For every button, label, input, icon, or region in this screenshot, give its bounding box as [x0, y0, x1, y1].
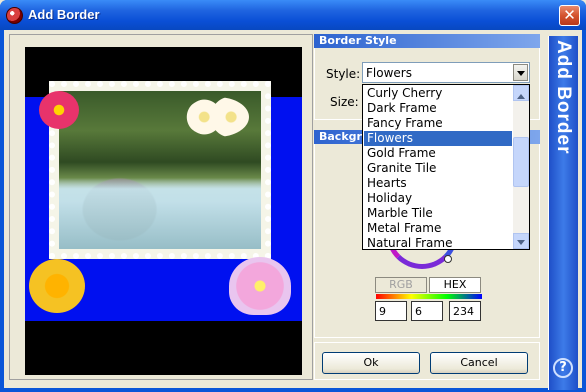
dropdown-item[interactable]: Granite Tile: [364, 161, 512, 176]
side-banner-title: Add Border: [553, 40, 574, 155]
help-icon[interactable]: ?: [553, 358, 573, 378]
red-value-field[interactable]: 9: [375, 301, 407, 321]
style-label: Style:: [326, 67, 361, 81]
dropdown-item[interactable]: Hearts: [364, 176, 512, 191]
rgb-toggle[interactable]: RGB: [375, 277, 427, 293]
close-button[interactable]: ✕: [559, 5, 580, 26]
dropdown-item[interactable]: Fancy Frame: [364, 116, 512, 131]
app-icon: [6, 7, 23, 24]
hex-toggle[interactable]: HEX: [429, 277, 481, 293]
dropdown-item[interactable]: Holiday: [364, 191, 512, 206]
lotus-flower-icon: [229, 257, 291, 315]
style-select-value: Flowers: [366, 66, 412, 80]
scroll-thumb[interactable]: [513, 137, 529, 187]
dropdown-item[interactable]: Metal Frame: [364, 221, 512, 236]
style-select[interactable]: Flowers: [362, 62, 530, 83]
dropdown-scrollbar[interactable]: [513, 85, 529, 249]
cancel-button[interactable]: Cancel: [430, 352, 528, 374]
border-style-header: Border Style: [314, 34, 540, 48]
preview-image: [25, 47, 302, 375]
color-spectrum-bar[interactable]: [376, 294, 482, 299]
blue-value-field[interactable]: 234: [449, 301, 481, 321]
dropdown-item[interactable]: Marble Tile: [364, 206, 512, 221]
style-dropdown-list[interactable]: Curly Cherry Dark Frame Fancy Frame Flowers…: [362, 84, 530, 250]
color-picker-knob[interactable]: [444, 255, 452, 263]
scroll-up-icon[interactable]: [513, 85, 529, 101]
yellow-rose-icon: [29, 259, 85, 313]
pink-flower-icon: [39, 91, 79, 129]
dropdown-item[interactable]: Flowers: [364, 131, 512, 146]
title-bar[interactable]: Add Border ✕: [0, 0, 586, 30]
dropdown-arrow-icon[interactable]: [513, 64, 528, 81]
preview-frame: [9, 34, 313, 380]
scroll-down-icon[interactable]: [513, 233, 529, 249]
dropdown-item[interactable]: Natural Frame: [364, 236, 512, 251]
dropdown-item[interactable]: Gold Frame: [364, 146, 512, 161]
size-label: Size:: [330, 95, 359, 109]
window-title: Add Border: [28, 7, 100, 22]
white-flowers-icon: [185, 97, 249, 137]
ok-button[interactable]: Ok: [322, 352, 420, 374]
dropdown-item[interactable]: Curly Cherry: [364, 86, 512, 101]
dropdown-item[interactable]: Dark Frame: [364, 101, 512, 116]
green-value-field[interactable]: 6: [411, 301, 443, 321]
